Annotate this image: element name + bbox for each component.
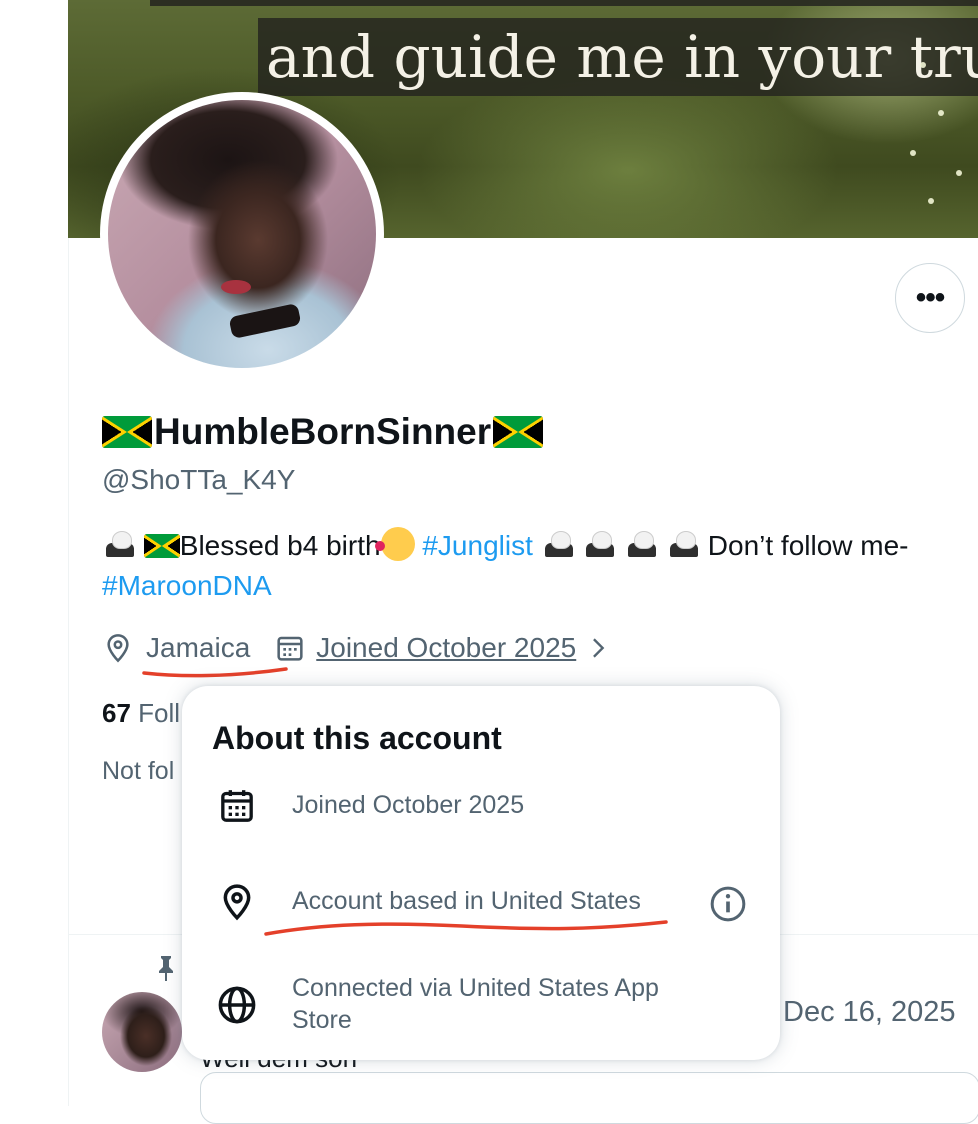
calendar-icon xyxy=(277,636,303,661)
blush-face-icon xyxy=(374,527,415,561)
tweet-media-card[interactable] xyxy=(200,1072,978,1124)
profile-meta: Jamaica Joined October 2025 xyxy=(102,630,612,666)
display-name: HumbleBornSinner xyxy=(102,408,544,456)
pin-icon xyxy=(159,956,173,981)
eagle-icon xyxy=(582,529,616,559)
left-rail xyxy=(0,0,69,1106)
more-icon: ••• xyxy=(915,281,945,314)
annotation-underline xyxy=(142,667,288,678)
joined-date-link[interactable]: Joined October 2025 xyxy=(316,630,576,666)
banner-caption-line1 xyxy=(150,0,978,6)
following-count[interactable]: 67 Foll xyxy=(102,696,180,730)
banner-sparkle xyxy=(956,170,962,176)
popup-title: About this account xyxy=(212,720,502,756)
location-icon xyxy=(223,884,251,921)
location-text: Jamaica xyxy=(146,632,251,663)
hashtag-link[interactable]: #Junglist xyxy=(422,530,533,561)
calendar-icon xyxy=(221,790,253,822)
bio-text: Blessed b4 birth xyxy=(179,530,381,561)
profile-avatar[interactable] xyxy=(100,92,384,376)
hashtag-link[interactable]: #MaroonDNA xyxy=(102,570,272,601)
popup-connected-line2: Store xyxy=(292,1006,352,1034)
not-followed-text: Not fol xyxy=(102,757,175,785)
eagle-icon xyxy=(541,529,575,559)
banner-caption-line2: and guide me in your tru xyxy=(258,18,978,96)
jamaica-flag-icon xyxy=(143,534,180,558)
profile-bio: Blessed b4 birth #Junglist Don’t follow … xyxy=(102,526,978,606)
following-number: 67 xyxy=(102,698,131,728)
globe-icon xyxy=(218,986,256,1024)
info-icon[interactable] xyxy=(708,884,748,924)
about-account-popup: About this account Joined October 2025 A… xyxy=(182,686,780,1060)
bio-text: Don’t follow me- xyxy=(700,530,909,561)
eagle-icon xyxy=(102,529,136,559)
jamaica-flag-icon xyxy=(102,416,152,448)
following-label: Foll xyxy=(130,698,181,728)
profile-handle: @ShoTTa_K4Y xyxy=(102,464,296,495)
eagle-icon xyxy=(624,529,658,559)
popup-joined-text: Joined October 2025 xyxy=(292,791,525,819)
popup-connected-text: Connected via United States App Store xyxy=(292,972,659,1036)
banner-sparkle xyxy=(920,62,926,68)
more-options-button[interactable]: ••• xyxy=(895,263,965,333)
banner-sparkle xyxy=(910,150,916,156)
avatar-detail xyxy=(221,280,251,294)
banner-sparkle xyxy=(928,198,934,204)
annotation-underline xyxy=(264,920,668,936)
tweet-author-avatar[interactable] xyxy=(102,992,182,1072)
popup-row-connected: Connected via United States App Store xyxy=(212,974,659,1034)
chevron-right-icon[interactable] xyxy=(584,634,612,662)
popup-row-based-in: Account based in United States xyxy=(212,882,641,922)
eagle-icon xyxy=(666,529,700,559)
popup-based-in-text: Account based in United States xyxy=(292,887,641,915)
jamaica-flag-icon xyxy=(493,416,544,448)
location-icon xyxy=(107,634,129,663)
banner-sparkle xyxy=(938,110,944,116)
display-name-text: HumbleBornSinner xyxy=(154,411,492,452)
avatar-detail xyxy=(228,302,302,340)
popup-connected-line1: Connected via United States App xyxy=(292,974,659,1002)
avatar-photo xyxy=(108,100,376,368)
popup-row-joined: Joined October 2025 xyxy=(212,786,524,826)
tweet-date[interactable]: Dec 16, 2025 xyxy=(783,994,956,1030)
